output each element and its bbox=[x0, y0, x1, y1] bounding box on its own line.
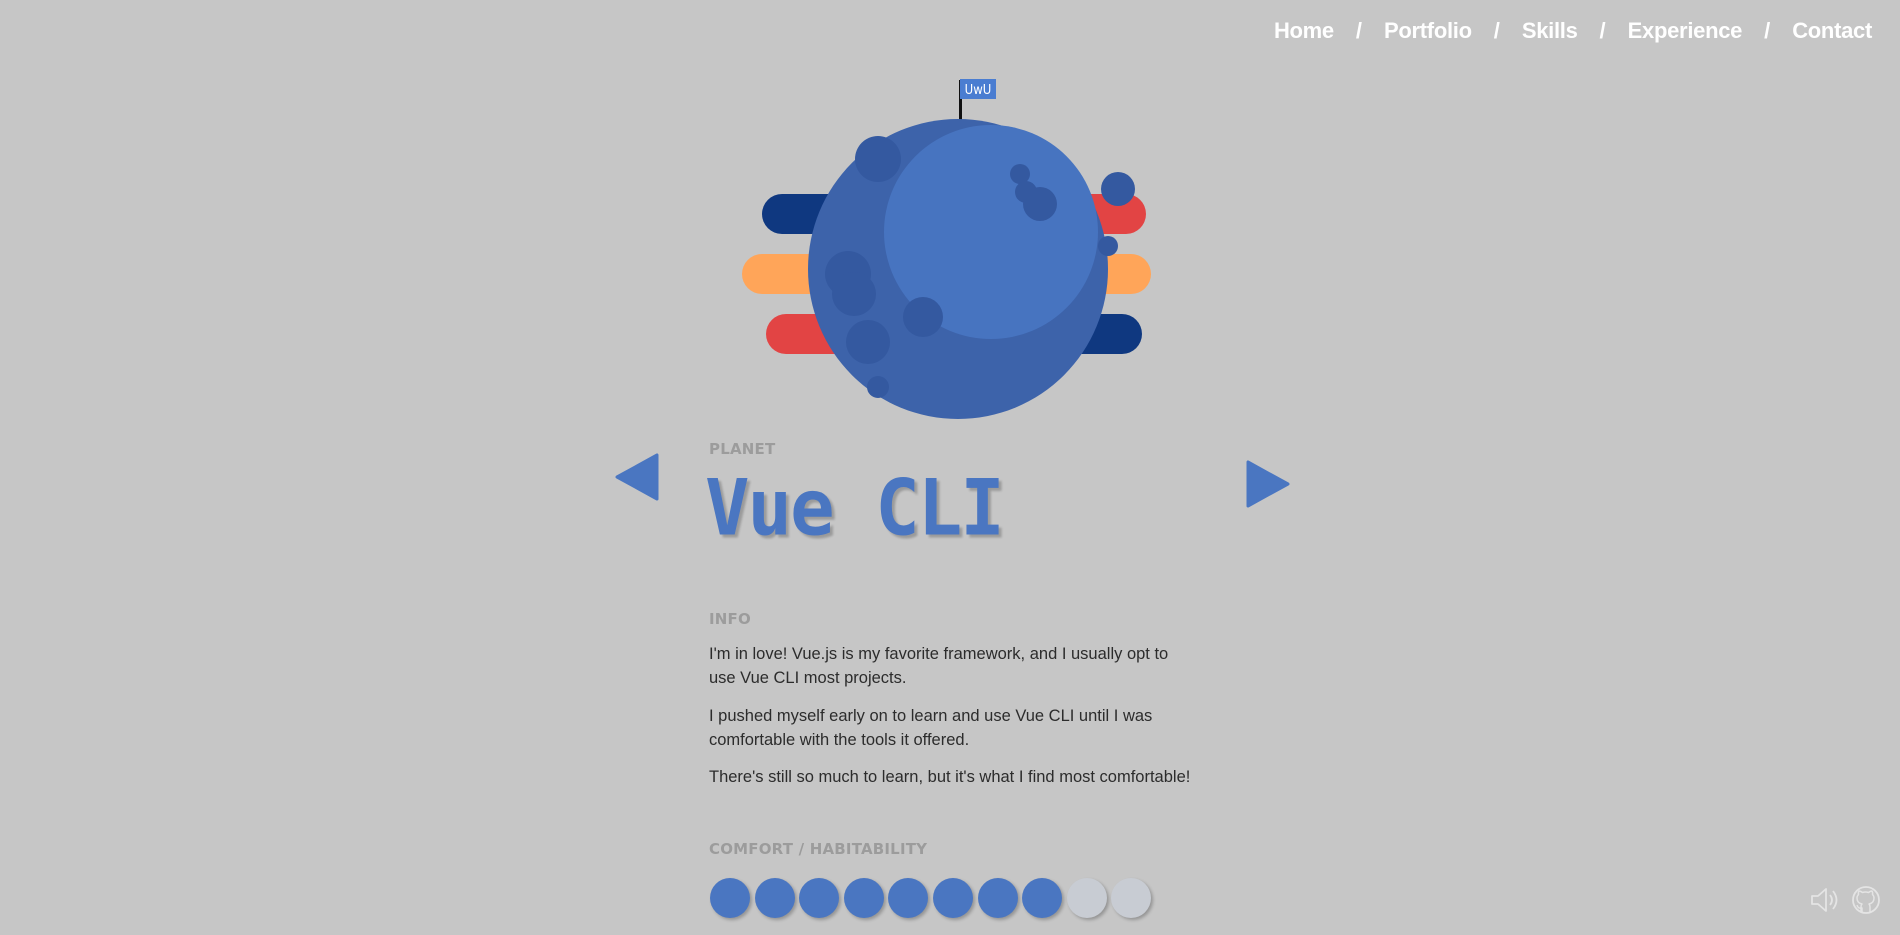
info-label: INFO bbox=[709, 610, 751, 628]
corner-controls bbox=[1808, 884, 1882, 921]
triangle-right-icon bbox=[1246, 460, 1290, 508]
comfort-dot-filled bbox=[1022, 878, 1063, 918]
comfort-dot-filled bbox=[932, 878, 973, 918]
planet-svg: UwU bbox=[742, 79, 1151, 419]
info-paragraph: I pushed myself early on to learn and us… bbox=[709, 707, 1153, 749]
comfort-dot-filled bbox=[799, 878, 840, 918]
comfort-dot-filled bbox=[888, 878, 929, 918]
page: Home / Portfolio / Skills / Experience /… bbox=[0, 0, 1900, 935]
nav-contact-link[interactable]: Contact bbox=[1792, 18, 1872, 44]
sound-toggle-button[interactable] bbox=[1808, 884, 1840, 921]
next-planet-arrow[interactable] bbox=[1246, 460, 1290, 513]
nav-portfolio-link[interactable]: Portfolio bbox=[1384, 18, 1472, 44]
prev-planet-arrow[interactable] bbox=[615, 453, 659, 506]
info-paragraph: There's still so much to learn, but it's… bbox=[709, 768, 1191, 786]
info-paragraph: I'm in love! Vue.js is my favorite frame… bbox=[709, 645, 1169, 687]
main-nav: Home / Portfolio / Skills / Experience /… bbox=[1274, 18, 1872, 44]
nav-separator: / bbox=[1493, 18, 1500, 43]
nav-separator: / bbox=[1355, 18, 1362, 43]
planet-type-label: PLANET bbox=[709, 440, 776, 458]
triangle-left-icon bbox=[615, 453, 659, 501]
nav-skills-link[interactable]: Skills bbox=[1522, 18, 1578, 44]
nav-experience-link[interactable]: Experience bbox=[1628, 18, 1743, 44]
github-icon bbox=[1852, 886, 1880, 914]
flag-text: UwU bbox=[965, 83, 992, 98]
comfort-dot-filled bbox=[754, 878, 795, 918]
nav-separator: / bbox=[1599, 18, 1606, 43]
comfort-dot-filled bbox=[977, 878, 1018, 918]
comfort-dot-filled bbox=[843, 878, 884, 918]
planet-title: Vue CLI bbox=[705, 463, 1005, 554]
comfort-label: COMFORT / HABITABILITY bbox=[709, 840, 928, 858]
comfort-dot-empty bbox=[1066, 878, 1107, 918]
nav-separator: / bbox=[1764, 18, 1771, 43]
comfort-dot-empty bbox=[1111, 878, 1152, 918]
planet-illustration: UwU bbox=[736, 74, 1176, 424]
planet-details: PLANET Vue CLI INFO I'm in love! Vue.js … bbox=[705, 440, 1209, 918]
comfort-rating bbox=[710, 878, 1152, 918]
github-link[interactable] bbox=[1850, 884, 1882, 921]
comfort-dot-filled bbox=[710, 878, 750, 918]
speaker-icon bbox=[1811, 888, 1838, 912]
nav-home-link[interactable]: Home bbox=[1274, 18, 1334, 44]
